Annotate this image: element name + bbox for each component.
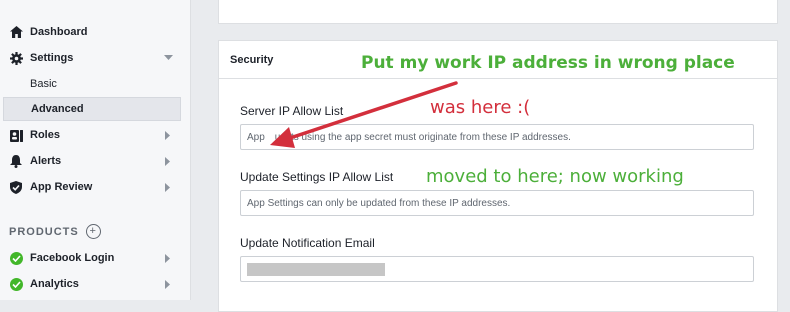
annotation-arrow-icon — [270, 81, 458, 148]
